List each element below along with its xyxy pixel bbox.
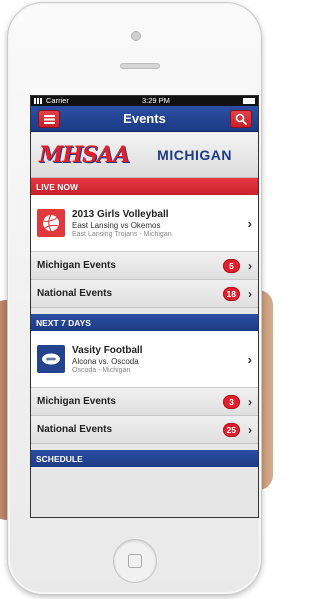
- row-label: National Events: [37, 288, 113, 299]
- schedule-label: SCHEDULE: [36, 453, 83, 464]
- live-event-text: 2013 Girls Volleyball East Lansing vs Ok…: [72, 209, 172, 238]
- event-matchup: Alcona vs. Oscoda: [72, 356, 139, 366]
- status-left: Carrier: [34, 96, 69, 106]
- event-location: Oscoda - Michigan: [72, 366, 131, 374]
- page-title: Events: [123, 111, 166, 126]
- row-label: National Events: [37, 424, 113, 435]
- home-square-icon: [128, 554, 142, 568]
- battery-icon: [242, 98, 255, 104]
- carrier-label: Carrier: [46, 96, 69, 105]
- volleyball-icon: [37, 209, 65, 237]
- status-time: 3:29 PM: [141, 96, 170, 105]
- nav-bar: Events: [31, 106, 258, 132]
- event-matchup: East Lansing vs Okemos: [72, 220, 161, 230]
- live-national-events-row[interactable]: National Events 18 ›: [31, 280, 258, 308]
- menu-button[interactable]: [38, 110, 60, 128]
- chevron-right-icon: ›: [247, 215, 252, 231]
- app-screen: Carrier 3:29 PM Events MHSAA MICHIGAN LI…: [30, 95, 259, 518]
- mhsaa-banner: MHSAA MICHIGAN: [31, 132, 258, 178]
- chevron-right-icon: ›: [248, 422, 252, 437]
- chevron-right-icon: ›: [247, 351, 252, 367]
- count-badge: 3: [223, 395, 240, 409]
- football-icon: [37, 345, 65, 373]
- menu-icon: [43, 114, 55, 124]
- phone-device: Carrier 3:29 PM Events MHSAA MICHIGAN LI…: [7, 2, 262, 595]
- upcoming-event-card[interactable]: Vasity Football Alcona vs. Oscoda Oscoda…: [31, 331, 258, 388]
- state-label: MICHIGAN: [157, 146, 232, 163]
- count-badge: 25: [222, 423, 240, 437]
- event-title: Vasity Football: [72, 344, 143, 356]
- next-7-days-label: NEXT 7 DAYS: [36, 317, 91, 328]
- earpiece-speaker: [120, 63, 160, 69]
- chevron-right-icon: ›: [248, 394, 252, 409]
- schedule-header[interactable]: SCHEDULE: [31, 450, 258, 467]
- status-bar: Carrier 3:29 PM: [31, 96, 258, 106]
- chevron-right-icon: ›: [248, 286, 252, 301]
- count-badge: 18: [222, 287, 240, 301]
- upcoming-national-events-row[interactable]: National Events 25 ›: [31, 416, 258, 444]
- live-event-card[interactable]: 2013 Girls Volleyball East Lansing vs Ok…: [31, 195, 258, 252]
- mhsaa-logo: MHSAA: [39, 141, 130, 168]
- front-camera: [131, 31, 141, 41]
- count-badge: 5: [223, 259, 240, 273]
- search-button[interactable]: [230, 110, 252, 128]
- event-location: East Lansing Trojans - Michigan: [72, 230, 172, 238]
- home-button[interactable]: [113, 539, 157, 583]
- upcoming-michigan-events-row[interactable]: Michigan Events 3 ›: [31, 388, 258, 416]
- live-michigan-events-row[interactable]: Michigan Events 5 ›: [31, 252, 258, 280]
- upcoming-event-text: Vasity Football Alcona vs. Oscoda Oscoda…: [72, 345, 143, 374]
- next-7-days-header: NEXT 7 DAYS: [31, 314, 258, 331]
- live-now-header: LIVE NOW: [31, 178, 258, 195]
- row-label: Michigan Events: [37, 396, 116, 407]
- signal-icon: [34, 98, 44, 104]
- search-icon: [235, 113, 247, 125]
- live-now-label: LIVE NOW: [36, 181, 79, 192]
- chevron-right-icon: ›: [248, 258, 252, 273]
- row-label: Michigan Events: [37, 260, 116, 271]
- event-title: 2013 Girls Volleyball: [72, 208, 169, 220]
